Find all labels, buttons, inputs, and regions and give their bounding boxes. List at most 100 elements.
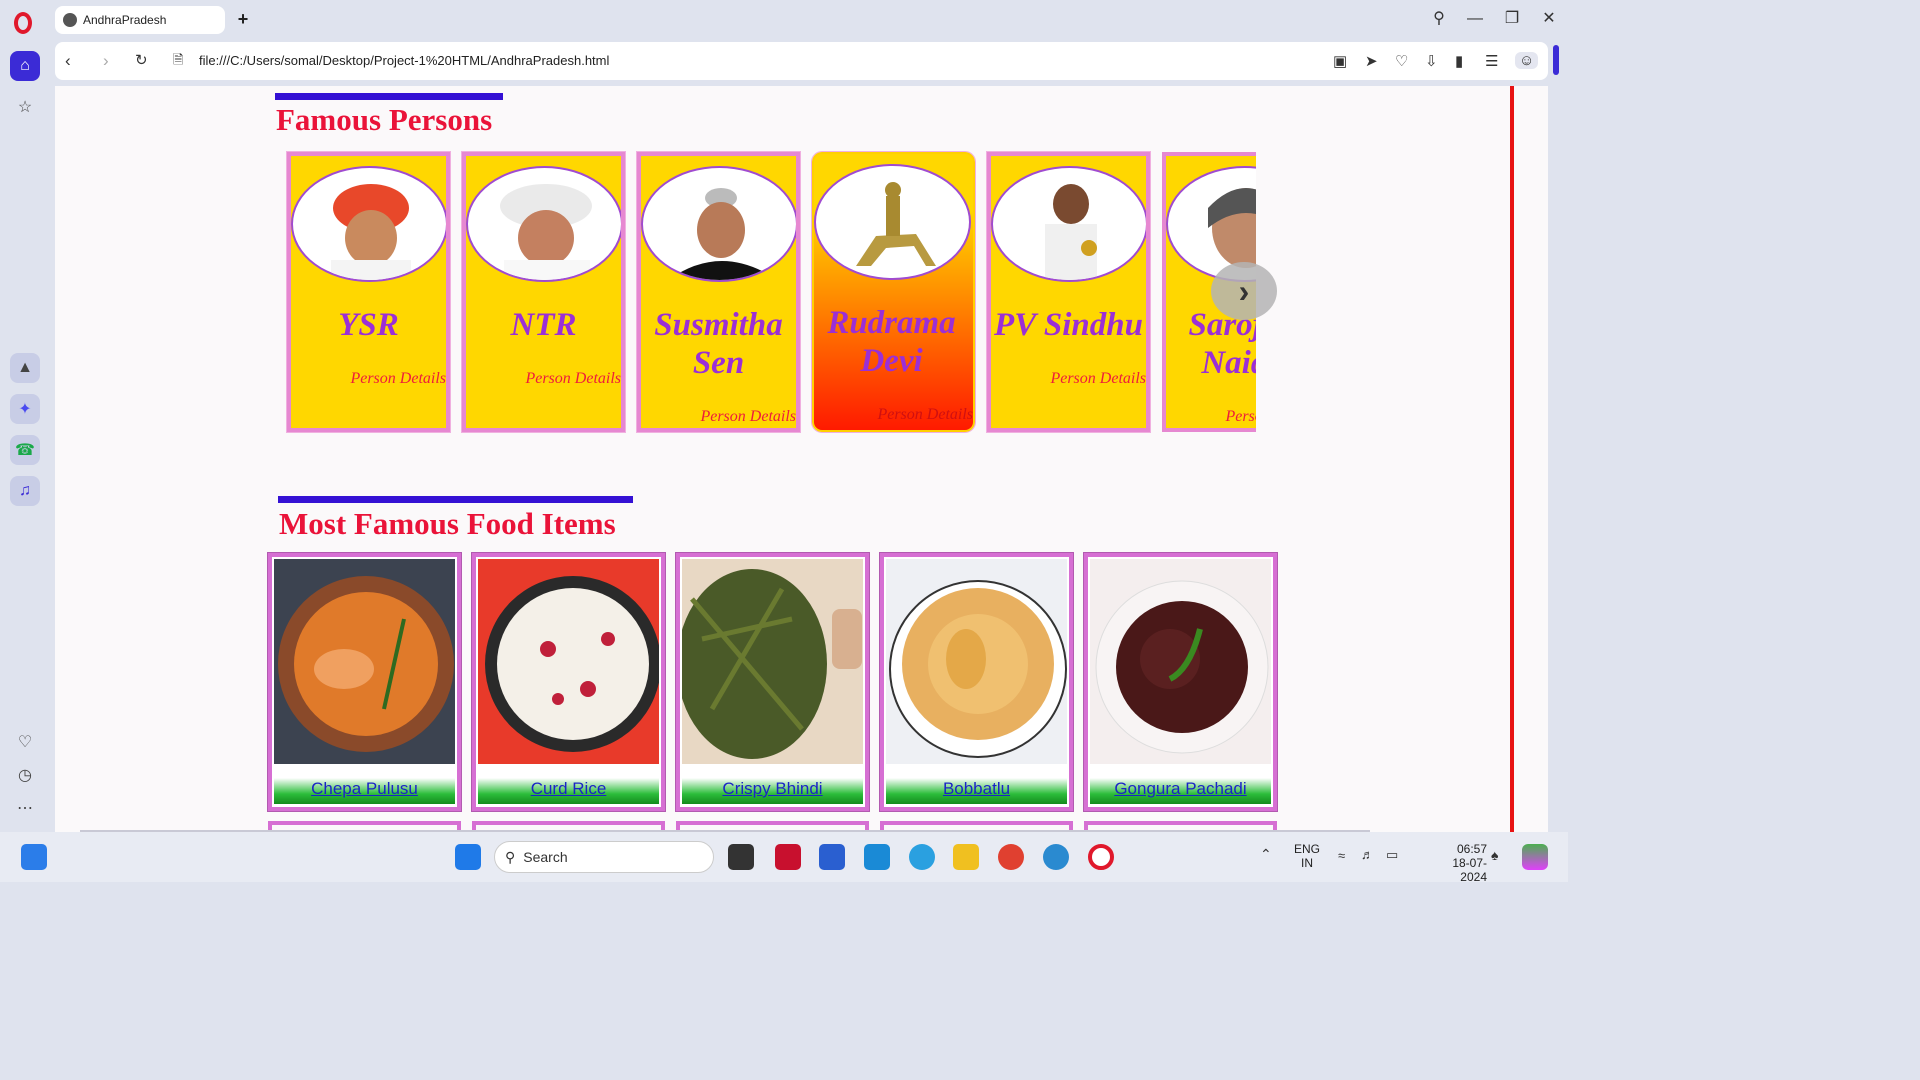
food-name-link[interactable]: Bobbatlu <box>886 764 1067 804</box>
person-card-pv-sindhu[interactable]: PV Sindhu Person Details <box>986 151 1151 433</box>
opera-sidebar: ⌂ ☆ ▲ ✦ ☎ ♫ ♡ ◷ ⋯ <box>0 40 50 832</box>
food-card-chepa-pulusu[interactable]: Chepa Pulusu <box>267 552 462 812</box>
food-card-gongura-pachadi[interactable]: Gongura Pachadi <box>1083 552 1278 812</box>
person-details-link[interactable]: Person Details <box>877 406 973 424</box>
chrome-icon[interactable] <box>998 844 1024 870</box>
person-details-link[interactable]: Person Details <box>525 370 621 388</box>
forward-icon[interactable]: › <box>103 51 109 71</box>
new-tab-button[interactable]: + <box>233 10 253 30</box>
notification-icon[interactable]: ♠ <box>1491 847 1498 863</box>
windows-taskbar: ⚲ Search ⌃ ENG IN ≈ ♬ ▭ 06:57 18-07-2024… <box>0 832 1568 884</box>
page-viewport: Famous Persons YSR Person Details NTR Pe… <box>55 86 1548 832</box>
file-icon: 🗎 <box>173 52 184 67</box>
person-photo <box>466 166 621 282</box>
taskbar-search[interactable]: ⚲ Search <box>494 841 714 873</box>
food-card-curd-rice[interactable]: Curd Rice <box>471 552 666 812</box>
food-image <box>478 559 659 764</box>
person-photo <box>814 164 971 280</box>
person-photo <box>641 166 796 282</box>
food-image <box>1090 559 1271 764</box>
system-clock[interactable]: 06:57 18-07-2024 <box>1447 842 1487 884</box>
camera-icon[interactable]: ▣ <box>1333 52 1347 70</box>
star-icon[interactable]: ☆ <box>10 92 40 122</box>
wifi-icon[interactable]: ≈ <box>1338 848 1345 863</box>
help-icon[interactable] <box>909 844 935 870</box>
opera-taskbar-icon[interactable] <box>1088 844 1114 870</box>
person-name: YSR <box>338 307 399 343</box>
region-code: IN <box>1301 856 1313 870</box>
clock-time: 06:57 <box>1456 842 1487 856</box>
task-view-icon[interactable] <box>728 844 754 870</box>
food-image <box>886 559 1067 764</box>
sidebar-indicator <box>1553 45 1559 75</box>
food-name-link[interactable]: Crispy Bhindi <box>682 764 863 804</box>
person-details-link[interactable]: Person Details <box>1225 408 1256 426</box>
opera-logo-icon[interactable] <box>14 12 32 34</box>
copilot-icon[interactable] <box>1522 844 1548 870</box>
minimize-button[interactable]: — <box>1462 8 1488 32</box>
chevron-up-icon[interactable]: ⌃ <box>1260 846 1272 863</box>
mcafee-icon[interactable] <box>775 844 801 870</box>
aria-icon[interactable]: ▲ <box>10 353 40 383</box>
food-name-link[interactable]: Chepa Pulusu <box>274 764 455 804</box>
send-icon[interactable]: ➤ <box>1365 52 1378 70</box>
download-icon[interactable]: ⇩ <box>1425 52 1438 70</box>
reload-icon[interactable]: ↻ <box>135 51 148 69</box>
profile-icon[interactable]: ☺ <box>1515 52 1539 69</box>
person-name: Susmitha Sen <box>654 307 783 381</box>
person-details-link[interactable]: Person Details <box>700 408 796 426</box>
person-card-susmitha-sen[interactable]: Susmitha Sen Person Details <box>636 151 801 433</box>
edge-icon[interactable] <box>1043 844 1069 870</box>
search-icon: ⚲ <box>505 848 516 865</box>
person-name: Rudrama Devi <box>827 305 956 379</box>
store-icon[interactable] <box>819 844 845 870</box>
globe-icon <box>63 13 77 27</box>
back-icon[interactable]: ‹ <box>65 51 71 71</box>
music-player-icon[interactable]: ♫ <box>10 476 40 506</box>
person-card-rudrama-devi[interactable]: Rudrama Devi Person Details <box>811 151 976 433</box>
address-bar: ‹ › ↻ 🗎 file:///C:/Users/somal/Desktop/P… <box>55 42 1548 80</box>
heart-outline-icon[interactable]: ♡ <box>1395 52 1408 70</box>
easy-setup-icon[interactable]: ☰ <box>1485 52 1498 70</box>
person-details-link[interactable]: Person Details <box>350 370 446 388</box>
browser-tab[interactable]: AndhraPradesh <box>55 6 225 34</box>
carousel-next-button[interactable]: › <box>1211 262 1277 320</box>
person-details-link[interactable]: Person Details <box>1050 370 1146 388</box>
food-card-bobbatlu[interactable]: Bobbatlu <box>879 552 1074 812</box>
battery-saver-icon[interactable]: ▮ <box>1455 52 1463 70</box>
person-card-ysr[interactable]: YSR Person Details <box>286 151 451 433</box>
language-indicator[interactable]: ENG IN <box>1294 842 1320 870</box>
person-name: PV Sindhu <box>994 307 1143 343</box>
tab-title: AndhraPradesh <box>83 13 167 27</box>
myhp-icon[interactable] <box>864 844 890 870</box>
url-field[interactable]: file:///C:/Users/somal/Desktop/Project-1… <box>199 53 609 68</box>
food-image <box>274 559 455 764</box>
heart-icon[interactable]: ♡ <box>10 727 40 757</box>
volume-icon[interactable]: ♬ <box>1361 847 1374 862</box>
food-card-crispy-bhindi[interactable]: Crispy Bhindi <box>675 552 870 812</box>
title-underline-bar <box>275 93 503 100</box>
whatsapp-icon[interactable]: ☎ <box>10 435 40 465</box>
search-tabs-icon[interactable]: ⚲ <box>1426 8 1452 32</box>
history-icon[interactable]: ◷ <box>10 760 40 790</box>
food-name-link[interactable]: Curd Rice <box>478 764 659 804</box>
browser-title-bar: AndhraPradesh + ⚲ — ❐ ✕ <box>0 0 1568 40</box>
title-underline-bar <box>278 496 633 503</box>
widgets-icon[interactable] <box>21 844 47 870</box>
more-icon[interactable]: ⋯ <box>10 793 40 823</box>
chevron-right-icon: › <box>1238 272 1250 309</box>
close-window-button[interactable]: ✕ <box>1536 8 1562 32</box>
file-explorer-icon[interactable] <box>953 844 979 870</box>
battery-icon[interactable]: ▭ <box>1386 847 1398 863</box>
clock-date: 18-07-2024 <box>1452 856 1487 884</box>
restore-button[interactable]: ❐ <box>1499 8 1525 32</box>
language-code: ENG <box>1294 842 1321 856</box>
vertical-scroll-line <box>1510 86 1514 832</box>
person-card-ntr[interactable]: NTR Person Details <box>461 151 626 433</box>
messenger-icon[interactable]: ✦ <box>10 394 40 424</box>
food-name-link[interactable]: Gongura Pachadi <box>1090 764 1271 804</box>
person-photo <box>291 166 446 282</box>
home-icon[interactable]: ⌂ <box>10 51 40 81</box>
windows-start-icon[interactable] <box>455 844 481 870</box>
food-image <box>682 559 863 764</box>
